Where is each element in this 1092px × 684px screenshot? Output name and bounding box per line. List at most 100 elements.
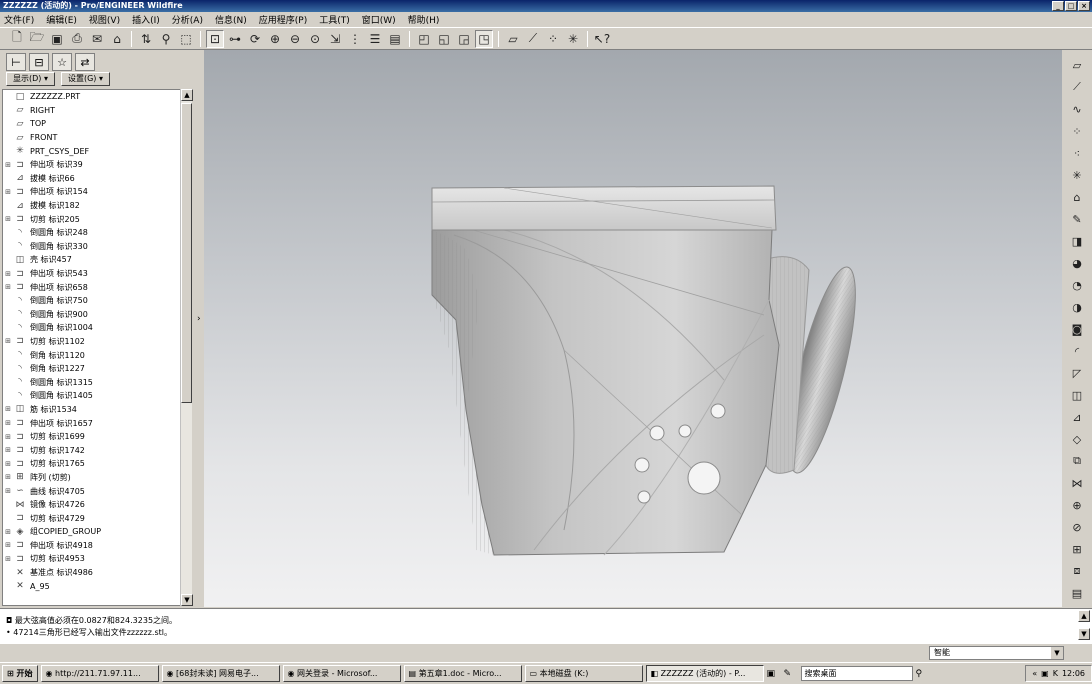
sweep-tool-icon[interactable]: ◔ [1068,276,1086,294]
menu-view[interactable]: 视图(V) [89,13,120,26]
merge-tool-icon[interactable]: ⊕ [1068,496,1086,514]
expand-toggle-icon[interactable]: ⊞ [3,337,13,345]
model-tree-item[interactable]: ⊞ ⊐ 伸出项 标识4918 [3,539,191,553]
datum-plane-tool-icon[interactable]: ▱ [1068,56,1086,74]
expand-toggle-icon[interactable]: ⊞ [3,405,13,413]
round-tool-icon[interactable]: ◜ [1068,342,1086,360]
taskbar-item[interactable]: ◧ ZZZZZZ (活动的) - P... [645,665,764,682]
hole-tool-icon[interactable]: ◙ [1068,320,1086,338]
graphics-viewport[interactable] [204,50,1062,607]
desktop-search-input[interactable]: 搜索桌面 [800,666,913,681]
layers-icon[interactable]: ☰ [366,30,384,48]
model-tree-item[interactable]: ⊞ ⊐ 伸出项 标识39 [3,158,191,172]
extrude-tool-icon[interactable]: ◨ [1068,232,1086,250]
offset-tool-icon[interactable]: ⧈ [1068,562,1086,580]
thicken-tool-icon[interactable]: ▤ [1068,584,1086,602]
scroll-thumb[interactable] [181,103,192,403]
orient-mode-icon[interactable]: ⟳ [246,30,264,48]
model-tree-item[interactable]: ◝ 倒圆角 标识1315 [3,375,191,389]
regenerate-icon[interactable]: ⇅ [137,30,155,48]
close-button[interactable]: × [1078,1,1090,11]
draft-tool-icon[interactable]: ◇ [1068,430,1086,448]
find-icon[interactable]: ⚲ [157,30,175,48]
model-tree-item[interactable]: ✕ A_95 [3,579,191,593]
maximize-button[interactable]: □ [1065,1,1077,11]
email-link-icon[interactable]: ⌂ [108,30,126,48]
expand-toggle-icon[interactable]: ⊞ [3,541,13,549]
hidden-line-icon[interactable]: ◱ [435,30,453,48]
scroll-down-icon[interactable]: ▼ [1078,628,1090,640]
datum-points-icon[interactable]: ⁘ [544,30,562,48]
repaint-icon[interactable]: ⊡ [206,29,224,48]
model-tree-item[interactable]: ◝ 倒圆角 标识330 [3,240,191,254]
refit-icon[interactable]: ⊙ [306,30,324,48]
expand-toggle-icon[interactable]: ⊞ [3,419,13,427]
expand-toggle-icon[interactable]: ⊞ [3,460,13,468]
model-tree-item[interactable]: ⊞ ⊐ 切剪 标识4953 [3,552,191,566]
chamfer-tool-icon[interactable]: ◸ [1068,364,1086,382]
tray-icon[interactable]: ▣ [1041,666,1049,681]
pattern-tool-icon[interactable]: ⊞ [1068,540,1086,558]
model-tree-item[interactable]: ◝ 倒圆角 标识1004 [3,321,191,335]
save-icon[interactable]: ▣ [48,30,66,48]
desktop-icon[interactable]: ▣ [767,669,781,679]
model-tree-item[interactable]: ⊞ ⊐ 切剪 标识205 [3,212,191,226]
expand-toggle-icon[interactable]: ⊞ [3,188,13,196]
search-icon[interactable]: ⚲ [916,669,923,679]
model-tree-item[interactable]: ⊞ ◫ 筋 标识1534 [3,403,191,417]
model-tree-item[interactable]: ⊿ 拔模 标识182 [3,199,191,213]
model-tree-item[interactable]: ◝ 倒角 标识1227 [3,362,191,376]
revolve-tool-icon[interactable]: ◕ [1068,254,1086,272]
menu-help[interactable]: 帮助(H) [408,13,440,26]
datum-point-tool-icon[interactable]: ⁘ [1068,122,1086,140]
analysis-tool-icon[interactable]: ⌂ [1068,188,1086,206]
model-tree-item[interactable]: ⊞ ∽ 曲线 标识4705 [3,484,191,498]
no-hidden-icon[interactable]: ◲ [455,30,473,48]
blend-tool-icon[interactable]: ◑ [1068,298,1086,316]
model-tree-item[interactable]: ⊞ ⊐ 伸出项 标识543 [3,267,191,281]
datum-planes-icon[interactable]: ▱ [504,30,522,48]
point-offset-tool-icon[interactable]: ⁖ [1068,144,1086,162]
saved-views-icon[interactable]: ⋮ [346,30,364,48]
minimize-button[interactable]: _ [1052,1,1064,11]
menu-window[interactable]: 窗口(W) [362,13,396,26]
mirror-tool-icon[interactable]: ⋈ [1068,474,1086,492]
model-tree-item[interactable]: ▱ FRONT [3,131,191,145]
menu-edit[interactable]: 编辑(E) [46,13,77,26]
taskbar-item[interactable]: ◉ [68封未读] 网易电子... [161,665,280,682]
print-icon[interactable]: ⎙ [68,30,86,48]
window-titlebar[interactable]: ZZZZZZ (活动的) - Pro/ENGINEER Wildfire _ □… [0,0,1092,12]
reorient-icon[interactable]: ⇲ [326,30,344,48]
model-tree-item[interactable]: ⊞ ⊐ 切剪 标识1765 [3,457,191,471]
copy-tool-icon[interactable]: ⧉ [1068,452,1086,470]
model-tree-item[interactable]: ◝ 倒圆角 标识750 [3,294,191,308]
model-tree-item[interactable]: ◝ 倒角 标识1120 [3,348,191,362]
model-tree-item[interactable]: ▱ RIGHT [3,104,191,118]
taskbar-item[interactable]: ▤ 第五章1.doc - Micro... [403,665,522,682]
spin-center-icon[interactable]: ⊶ [226,30,244,48]
model-tree-item[interactable]: ◝ 倒圆角 标识900 [3,308,191,322]
collapse-panel-icon[interactable]: › [197,314,201,324]
chevron-down-icon[interactable]: ▼ [1051,647,1063,659]
model-tree-item[interactable]: ⊞ ⊐ 切剪 标识1742 [3,443,191,457]
model-tree-item[interactable]: ◫ 壳 标识457 [3,253,191,267]
model-tree-item[interactable]: ▱ TOP [3,117,191,131]
open-folder-icon[interactable]: 🗁 [28,30,46,48]
scroll-up-icon[interactable]: ▲ [181,89,193,101]
new-file-icon[interactable]: 🗋 [8,30,26,48]
expand-toggle-icon[interactable]: ⊞ [3,446,13,454]
menu-info[interactable]: 信息(N) [215,13,247,26]
model-tree-item[interactable]: ⊞ ◈ 组COPIED_GROUP [3,525,191,539]
menu-analysis[interactable]: 分析(A) [172,13,203,26]
settings-dropdown[interactable]: 设置(G) ▾ [60,72,110,86]
model-tree-item[interactable]: ⊞ ⊞ 阵列 (切剪) [3,471,191,485]
model-tree-item[interactable]: ✳ PRT_CSYS_DEF [3,144,191,158]
start-button[interactable]: ⊞ 开始 [2,665,38,682]
message-scrollbar[interactable]: ▲ ▼ [1078,610,1090,642]
send-mail-icon[interactable]: ✉ [88,30,106,48]
expand-toggle-icon[interactable]: ⊞ [3,528,13,536]
model-tree-item[interactable]: ⊞ ⊐ 伸出项 标识1657 [3,416,191,430]
taskbar-item[interactable]: ◉ 网关登录 - Microsof... [282,665,401,682]
menu-insert[interactable]: 插入(I) [132,13,160,26]
scroll-up-icon[interactable]: ▲ [1078,610,1090,622]
